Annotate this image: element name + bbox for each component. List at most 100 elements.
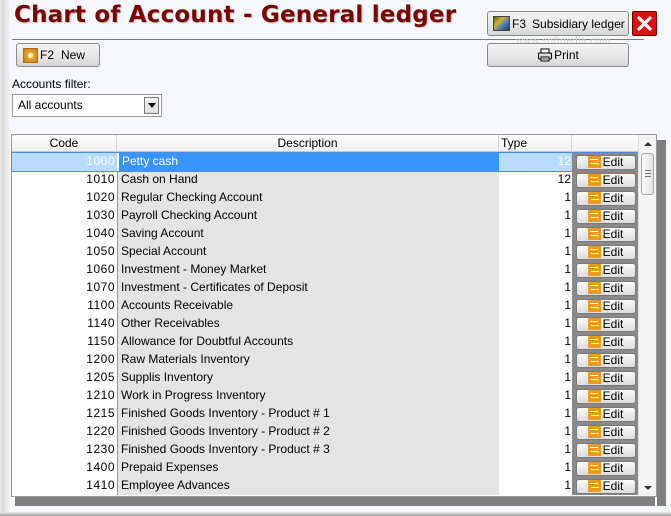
- account-type: 12: [499, 153, 572, 171]
- edit-swap-icon: [587, 300, 601, 312]
- account-type: 1: [564, 442, 571, 456]
- table-row[interactable]: 1070 Investment - Certificates of Deposit…: [12, 279, 639, 297]
- scrollbar-thumb[interactable]: [641, 153, 654, 195]
- edit-label: Edit: [602, 388, 624, 403]
- edit-swap-icon: [587, 282, 601, 294]
- print-label: Print: [554, 48, 579, 62]
- table-row[interactable]: 1140 Other Receivables 1 Edit: [12, 315, 639, 333]
- edit-button[interactable]: Edit: [575, 226, 636, 242]
- account-type: 1: [564, 316, 571, 330]
- edit-label: Edit: [602, 226, 624, 241]
- account-code: 1210: [86, 388, 115, 402]
- edit-button[interactable]: Edit: [575, 244, 636, 260]
- table-row[interactable]: 1030 Payroll Checking Account 1 Edit: [12, 207, 639, 225]
- edit-button[interactable]: Edit: [575, 424, 636, 440]
- edit-button[interactable]: Edit: [575, 208, 636, 224]
- edit-label: Edit: [602, 478, 624, 493]
- table-row[interactable]: 1215 Finished Goods Inventory - Product #…: [12, 405, 639, 423]
- table-row[interactable]: 1100 Accounts Receivable 1 Edit: [12, 297, 639, 315]
- table-row[interactable]: 1230 Finished Goods Inventory - Product #…: [12, 441, 639, 459]
- account-description: Work in Progress Inventory: [117, 387, 499, 405]
- edit-swap-icon: [587, 480, 601, 492]
- edit-label: Edit: [602, 262, 624, 277]
- edit-button[interactable]: Edit: [575, 460, 636, 476]
- table-row[interactable]: 1020 Regular Checking Account 1 Edit: [12, 189, 639, 207]
- print-button[interactable]: Print: [487, 43, 629, 67]
- edit-swap-icon: [587, 264, 601, 276]
- accounts-filter-select[interactable]: All accounts: [12, 94, 162, 117]
- table-row[interactable]: 1000 Petty cash 12 Edit: [11, 152, 640, 172]
- column-header-code[interactable]: Code: [12, 135, 117, 152]
- table-row[interactable]: 1060 Investment - Money Market 1 Edit: [12, 261, 639, 279]
- account-code: 1400: [86, 460, 115, 474]
- close-button[interactable]: [632, 11, 657, 36]
- edit-label: Edit: [602, 460, 624, 475]
- edit-swap-icon: [587, 336, 601, 348]
- vertical-scrollbar[interactable]: [638, 135, 656, 496]
- edit-button[interactable]: Edit: [575, 442, 636, 458]
- table-row[interactable]: 1150 Allowance for Doubtful Accounts 1 Edit: [12, 333, 639, 351]
- account-code: 1050: [86, 244, 115, 258]
- edit-button[interactable]: Edit: [575, 172, 636, 188]
- account-code: 1060: [86, 262, 115, 276]
- edit-button[interactable]: Edit: [575, 334, 636, 350]
- account-description: Investment - Money Market: [117, 261, 499, 279]
- table-row[interactable]: 1200 Raw Materials Inventory 1 Edit: [12, 351, 639, 369]
- edit-button[interactable]: Edit: [575, 262, 636, 278]
- edit-label: Edit: [602, 370, 624, 385]
- dropdown-arrow-icon[interactable]: [144, 97, 159, 114]
- row-actions: Edit: [572, 207, 639, 225]
- column-header-description[interactable]: Description: [117, 135, 499, 152]
- table-row[interactable]: 1205 Supplis Inventory 1 Edit: [12, 369, 639, 387]
- row-actions: Edit: [572, 171, 639, 189]
- account-code: 1100: [87, 298, 115, 312]
- table-row[interactable]: 1050 Special Account 1 Edit: [12, 243, 639, 261]
- subsidiary-label: Subsidiary ledger: [532, 16, 625, 31]
- account-description: Finished Goods Inventory - Product # 3: [117, 441, 499, 459]
- table-body: 1000 Petty cash 12 Edit 1010 Cash on Hand 12 Ed…: [11, 152, 640, 495]
- account-description: Petty cash: [117, 153, 499, 171]
- edit-button[interactable]: Edit: [575, 352, 636, 368]
- account-description: Prepaid Expenses: [117, 459, 499, 477]
- edit-label: Edit: [602, 424, 624, 439]
- edit-swap-icon: [587, 444, 601, 456]
- edit-button[interactable]: Edit: [575, 316, 636, 332]
- account-type: 1: [564, 190, 571, 204]
- account-description: Supplis Inventory: [117, 369, 499, 387]
- edit-label: Edit: [602, 442, 624, 457]
- account-description: Raw Materials Inventory: [117, 351, 499, 369]
- account-code: 1150: [87, 334, 115, 348]
- edit-button[interactable]: Edit: [575, 370, 636, 386]
- edit-button[interactable]: Edit: [575, 190, 636, 206]
- edit-button[interactable]: Edit: [575, 280, 636, 296]
- edit-button[interactable]: Edit: [575, 298, 636, 314]
- account-type: 1: [564, 334, 571, 348]
- table-row[interactable]: 1410 Employee Advances 1 Edit: [12, 477, 639, 495]
- table-row[interactable]: 1220 Finished Goods Inventory - Product #…: [12, 423, 639, 441]
- account-code: 1200: [86, 352, 115, 366]
- table-row[interactable]: 1040 Saving Account 1 Edit: [12, 225, 639, 243]
- account-type: 1: [564, 280, 571, 294]
- table-row[interactable]: 1010 Cash on Hand 12 Edit: [12, 171, 639, 189]
- edit-label: Edit: [602, 298, 624, 313]
- account-type: 1: [564, 460, 571, 474]
- scroll-down-arrow-icon[interactable]: [643, 483, 653, 493]
- table-header: Code Description Type: [12, 135, 639, 152]
- table-row[interactable]: 1210 Work in Progress Inventory 1 Edit: [12, 387, 639, 405]
- edit-button[interactable]: Edit: [575, 406, 636, 422]
- account-description: Special Account: [117, 243, 499, 261]
- table-row[interactable]: 1400 Prepaid Expenses 1 Edit: [12, 459, 639, 477]
- scroll-up-arrow-icon[interactable]: [643, 139, 653, 149]
- edit-swap-icon: [587, 408, 601, 420]
- edit-button[interactable]: Edit: [575, 388, 636, 404]
- accounts-filter-value: All accounts: [18, 98, 83, 112]
- edit-button[interactable]: Edit: [575, 154, 636, 170]
- new-account-button[interactable]: F2 New: [16, 43, 100, 67]
- edit-button[interactable]: Edit: [575, 478, 636, 494]
- subsidiary-ledger-button[interactable]: F3 Subsidiary ledger: [487, 11, 629, 36]
- new-shortcut: F2: [40, 48, 55, 62]
- edit-swap-icon: [587, 354, 601, 366]
- edit-label: Edit: [602, 280, 624, 295]
- account-description: Payroll Checking Account: [117, 207, 499, 225]
- column-header-type[interactable]: Type: [499, 135, 572, 152]
